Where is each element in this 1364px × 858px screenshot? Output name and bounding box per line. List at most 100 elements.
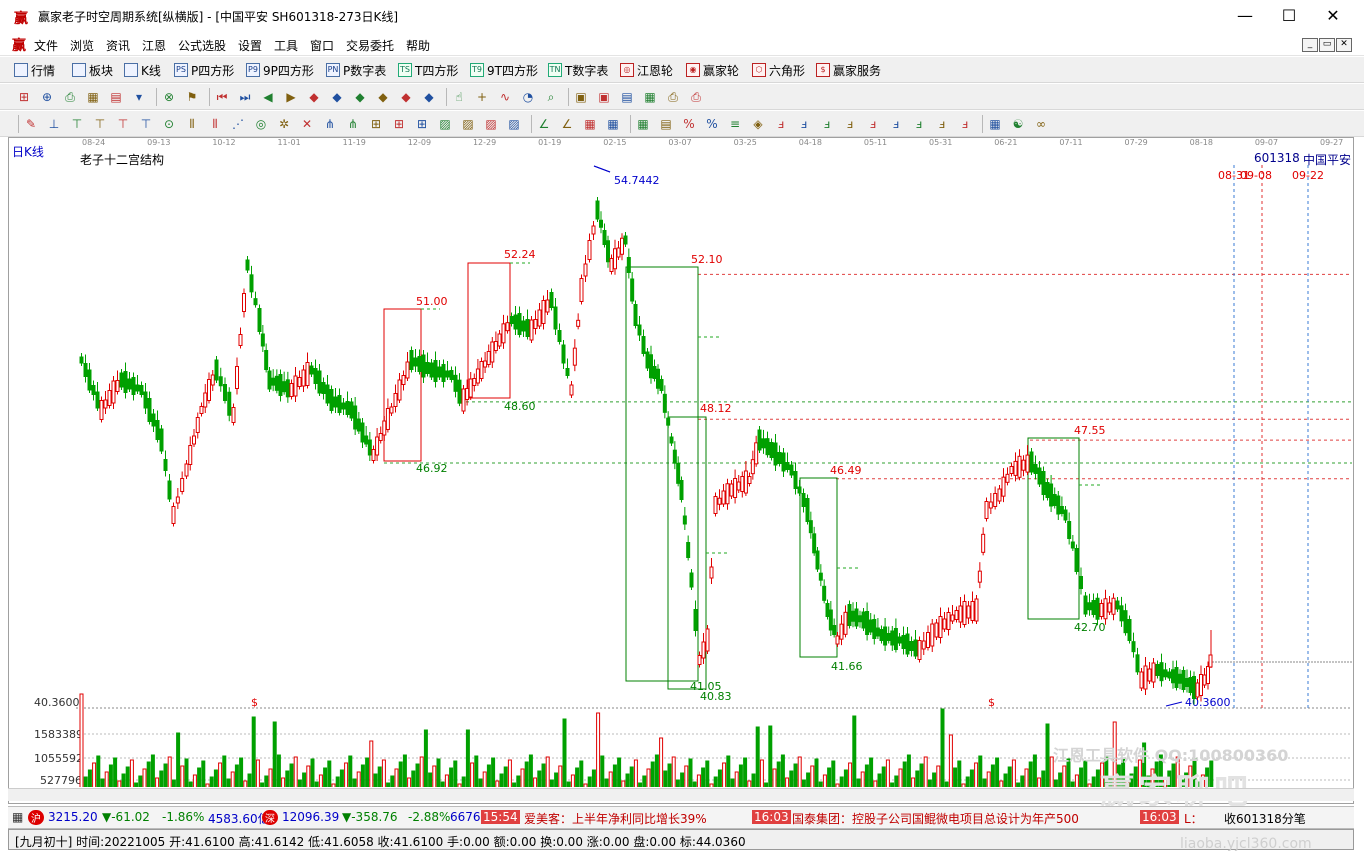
- toolbar-9t-square-button[interactable]: T9 9T四方形: [470, 62, 538, 78]
- bars-icon[interactable]: ⦀: [184, 116, 200, 132]
- maximize-button[interactable]: ☐: [1266, 0, 1312, 32]
- grid7-icon[interactable]: ▦: [635, 116, 651, 132]
- mdi-restore-button[interactable]: ▭: [1319, 38, 1335, 52]
- diamond2-icon[interactable]: ◆: [329, 89, 345, 105]
- zoom-icon[interactable]: ⌕: [543, 89, 559, 105]
- calc2-icon[interactable]: ▣: [596, 89, 612, 105]
- toolbar-tn-table-button[interactable]: TN T数字表: [548, 62, 608, 78]
- menu-file[interactable]: 文件: [34, 37, 58, 54]
- diamond6-icon[interactable]: ◆: [421, 89, 437, 105]
- minimize-button[interactable]: —: [1222, 0, 1268, 32]
- period-label[interactable]: 日K线: [12, 143, 44, 160]
- line3-icon[interactable]: ⊤: [92, 116, 108, 132]
- sig3-icon[interactable]: ⅎ: [819, 116, 835, 132]
- menu-gann[interactable]: 江恩: [142, 37, 166, 54]
- kline-chart[interactable]: 08-3109-08 09-2251.0046.9252.2448.6052.10…: [8, 137, 1354, 787]
- sig9-icon[interactable]: ⅎ: [957, 116, 973, 132]
- pie-icon[interactable]: ◔: [520, 89, 536, 105]
- print-icon[interactable]: ⎙: [665, 89, 681, 105]
- prev-icon[interactable]: ◀: [260, 89, 276, 105]
- menu-formula[interactable]: 公式选股: [178, 37, 226, 54]
- star-icon[interactable]: ✲: [276, 116, 292, 132]
- toolbar-pn-table-button[interactable]: PN P数字表: [326, 62, 386, 78]
- compass-icon[interactable]: ⊗: [161, 89, 177, 105]
- book-icon[interactable]: ⎙: [62, 89, 78, 105]
- target-icon[interactable]: ◎: [253, 116, 269, 132]
- cross-icon[interactable]: +: [474, 89, 490, 105]
- cross2-icon[interactable]: ✕: [299, 116, 315, 132]
- sig5-icon[interactable]: ⅎ: [865, 116, 881, 132]
- sig-icon[interactable]: ⅎ: [773, 116, 789, 132]
- ticker-table-icon[interactable]: ▦: [12, 810, 23, 824]
- fork2-icon[interactable]: ⋔: [345, 116, 361, 132]
- scale-icon[interactable]: ▤: [658, 116, 674, 132]
- wave-icon[interactable]: ∿: [497, 89, 513, 105]
- coin-icon[interactable]: ◈: [750, 116, 766, 132]
- sig4-icon[interactable]: ⅎ: [842, 116, 858, 132]
- diamond5-icon[interactable]: ◆: [398, 89, 414, 105]
- doc-icon[interactable]: ▤: [619, 89, 635, 105]
- sig6-icon[interactable]: ⅎ: [888, 116, 904, 132]
- loop-icon[interactable]: ∞: [1033, 116, 1049, 132]
- angle-icon[interactable]: ∠: [536, 116, 552, 132]
- toolbar-blocks-button[interactable]: 板块: [72, 62, 113, 78]
- box3-icon[interactable]: ▨: [483, 116, 499, 132]
- world-icon[interactable]: ⊕: [39, 89, 55, 105]
- diamond-icon[interactable]: ◆: [306, 89, 322, 105]
- line1-icon[interactable]: ⊥: [46, 116, 62, 132]
- close-button[interactable]: ✕: [1310, 0, 1356, 32]
- line2-icon[interactable]: ⊤: [69, 116, 85, 132]
- toolbar-dollar-button[interactable]: $ 赢家服务: [816, 62, 881, 78]
- toolbar-winner-wheel-button[interactable]: ◉ 赢家轮: [686, 62, 739, 78]
- sig2-icon[interactable]: ⅎ: [796, 116, 812, 132]
- grid3-icon[interactable]: ⊞: [391, 116, 407, 132]
- news2-text[interactable]: 国泰集团：控股子公司国鲲微电项目总设计为年产500: [792, 810, 1079, 827]
- next-icon[interactable]: ▶: [283, 89, 299, 105]
- menu-help[interactable]: 帮助: [406, 37, 430, 54]
- toolbar-table-button[interactable]: 行情: [14, 62, 55, 78]
- line4-icon[interactable]: ⊤: [115, 116, 131, 132]
- angle2-icon[interactable]: ∠: [559, 116, 575, 132]
- taichi-icon[interactable]: ☯: [1010, 116, 1026, 132]
- hand-icon[interactable]: ☝: [451, 89, 467, 105]
- box4-icon[interactable]: ▨: [506, 116, 522, 132]
- toolbar-gann-wheel-button[interactable]: ◎ 江恩轮: [620, 62, 673, 78]
- grid-icon[interactable]: ⊞: [16, 89, 32, 105]
- menu-news[interactable]: 资讯: [106, 37, 130, 54]
- grid6-icon[interactable]: ▦: [605, 116, 621, 132]
- toolbar-kline-button[interactable]: K线: [124, 62, 161, 78]
- grid5-icon[interactable]: ▦: [582, 116, 598, 132]
- close-label[interactable]: 收601318分笔: [1224, 810, 1306, 827]
- menu-tools[interactable]: 工具: [274, 37, 298, 54]
- box2-icon[interactable]: ▨: [460, 116, 476, 132]
- line5-icon[interactable]: ⊤: [138, 116, 154, 132]
- print2-icon[interactable]: ⎙: [688, 89, 704, 105]
- box-icon[interactable]: ▨: [437, 116, 453, 132]
- pct2-icon[interactable]: %: [704, 116, 720, 132]
- toolbar-p-square-button[interactable]: PS P四方形: [174, 62, 234, 78]
- app-menu-logo-icon[interactable]: 赢: [12, 35, 26, 55]
- last-icon[interactable]: ⏭: [237, 89, 253, 105]
- bars2-icon[interactable]: ⦀: [207, 116, 223, 132]
- toolbar-hexagon-button[interactable]: ⬡ 六角形: [752, 62, 805, 78]
- sig8-icon[interactable]: ⅎ: [934, 116, 950, 132]
- grid4-icon[interactable]: ⊞: [414, 116, 430, 132]
- pencil-icon[interactable]: ✎: [23, 116, 39, 132]
- menu-trade[interactable]: 交易委托: [346, 37, 394, 54]
- menu-settings[interactable]: 设置: [238, 37, 262, 54]
- pct3-icon[interactable]: ≡: [727, 116, 743, 132]
- first-icon[interactable]: ⏮: [214, 89, 230, 105]
- mdi-minimize-button[interactable]: _: [1302, 38, 1318, 52]
- pct-icon[interactable]: %: [681, 116, 697, 132]
- table2-icon[interactable]: ▦: [987, 116, 1003, 132]
- diamond4-icon[interactable]: ◆: [375, 89, 391, 105]
- toolbar-t-square-button[interactable]: TS T四方形: [398, 62, 458, 78]
- chart2-icon[interactable]: ▤: [108, 89, 124, 105]
- diamond3-icon[interactable]: ◆: [352, 89, 368, 105]
- mdi-close-button[interactable]: ✕: [1336, 38, 1352, 52]
- grid2-icon[interactable]: ⊞: [368, 116, 384, 132]
- sig7-icon[interactable]: ⅎ: [911, 116, 927, 132]
- toolbar-9p-square-button[interactable]: P9 9P四方形: [246, 62, 314, 78]
- menu-browse[interactable]: 浏览: [70, 37, 94, 54]
- fork-icon[interactable]: ⋔: [322, 116, 338, 132]
